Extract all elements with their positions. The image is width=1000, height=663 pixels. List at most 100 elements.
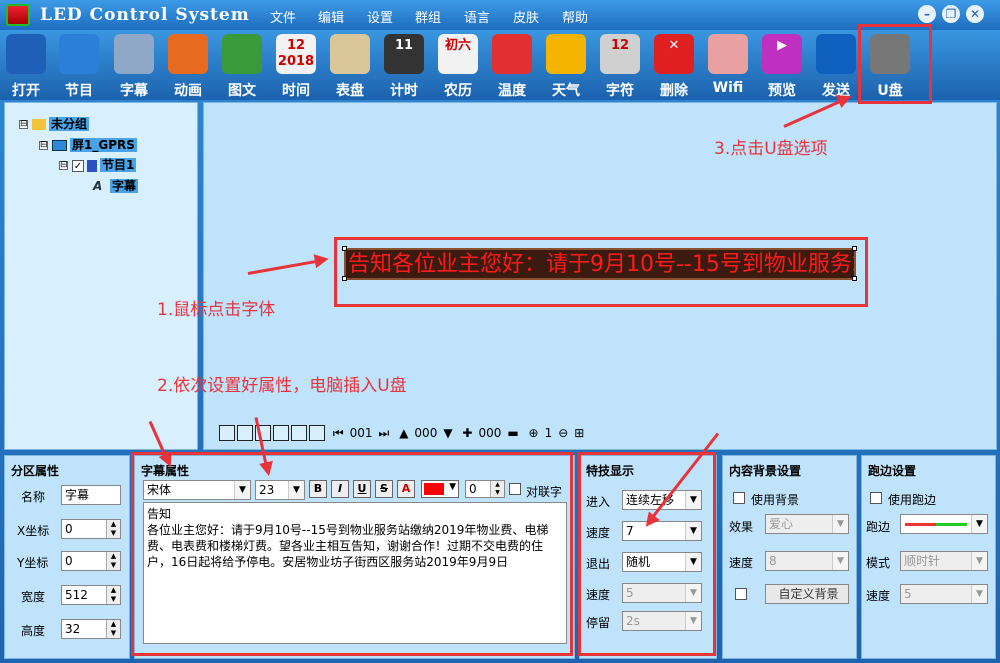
resize-handle[interactable] xyxy=(852,276,857,281)
toolbar-button-3[interactable]: 动画 xyxy=(162,32,214,99)
background-speed-select[interactable]: 8 ▼ xyxy=(765,551,849,571)
spinner-icon[interactable]: ▲ ▼ xyxy=(106,620,120,638)
first-page-icon[interactable]: ⏮ xyxy=(333,426,344,441)
effects-title: 特技显示 xyxy=(586,464,635,478)
toolbar-button-13[interactable]: Wifi xyxy=(702,32,754,98)
toolbar-button-2[interactable]: 字幕 xyxy=(108,32,160,99)
subtitle-text-area[interactable]: 告知 各位业主您好：请于9月10号--15号到物业服务站缴纳2019年物业费、电… xyxy=(143,502,567,644)
plus-icon[interactable]: ✚ xyxy=(462,426,472,440)
toolbar-button-11[interactable]: 12 字符 xyxy=(594,32,646,99)
resize-handle[interactable] xyxy=(342,276,347,281)
exit-speed-select[interactable]: 5 ▼ xyxy=(622,583,702,603)
fit-icon[interactable]: ⊞ xyxy=(574,426,584,440)
stay-select[interactable]: 2s ▼ xyxy=(622,611,702,631)
y-field[interactable]: 0 ▲ ▼ xyxy=(61,551,121,571)
app-window: LED Control System 文件 编辑 设置 群组 语言 皮肤 帮助 … xyxy=(0,0,1000,663)
align-icon[interactable] xyxy=(237,425,253,441)
menu-language[interactable]: 语言 xyxy=(464,7,490,26)
align-icon[interactable] xyxy=(219,425,235,441)
spinner-icon[interactable]: ▲ ▼ xyxy=(106,520,120,538)
resize-handle[interactable] xyxy=(852,246,857,251)
align-icon[interactable] xyxy=(309,425,325,441)
toolbar-button-1[interactable]: 节目 xyxy=(53,32,105,99)
tree-node-program[interactable]: ⊟ ✓ 节目1 xyxy=(59,156,137,174)
zoom-in-icon[interactable]: ⊕ xyxy=(529,426,539,440)
tree-screen-label: 屏1_GPRS xyxy=(70,138,137,152)
toolbar-button-14[interactable]: ▶ 预览 xyxy=(756,32,808,99)
exit-label: 退出 xyxy=(586,557,611,571)
enter-label: 进入 xyxy=(586,495,611,509)
effects-panel: 特技显示 进入 连续左移 ▼ 速度 7 ▼ 退出 随机 ▼ 速度 5 ▼ 停留 2s ▼ xyxy=(579,455,717,659)
up-icon[interactable]: ▲ xyxy=(399,426,408,440)
spinner-icon[interactable]: ▲ ▼ xyxy=(106,552,120,570)
x-field[interactable]: 0 ▲ ▼ xyxy=(61,519,121,539)
spinner-icon[interactable]: ▲ ▼ xyxy=(490,481,504,497)
exit-effect-select[interactable]: 随机 ▼ xyxy=(622,552,702,572)
align-icon[interactable] xyxy=(273,425,289,441)
toolbar-label: 删除 xyxy=(660,83,688,99)
toolbar-button-15[interactable]: 发送 xyxy=(810,32,862,99)
border-style-select[interactable]: ▼ xyxy=(900,514,988,534)
text-color-icon[interactable]: A xyxy=(397,480,415,498)
spinner-icon[interactable]: ▲ ▼ xyxy=(106,586,120,604)
toolbar-button-5[interactable]: 12 2018 时间 xyxy=(270,32,322,99)
color-picker[interactable]: ▼ xyxy=(421,480,459,498)
toolbar-button-4[interactable]: 图文 xyxy=(216,32,268,99)
custom-background-checkbox[interactable] xyxy=(735,588,747,600)
border-speed-select[interactable]: 5 ▼ xyxy=(900,584,988,604)
menu-file[interactable]: 文件 xyxy=(270,7,296,26)
led-screen-text[interactable]: 告知各位业主您好：请于9月10号--15号到物业服务站缴纳2019年物业费 xyxy=(344,248,856,280)
underline-button[interactable]: U xyxy=(353,480,371,498)
tree-node-subtitle[interactable]: A 字幕 xyxy=(93,177,139,195)
chevron-down-icon: ▼ xyxy=(234,481,250,499)
minimize-icon[interactable]: – xyxy=(918,5,936,23)
tree-group-label: 未分组 xyxy=(49,117,90,131)
toolbar-button-8[interactable]: 初六 农历 xyxy=(432,32,484,99)
menu-settings[interactable]: 设置 xyxy=(367,7,393,26)
couplet-checkbox[interactable] xyxy=(509,483,521,495)
toolbar-button-9[interactable]: 温度 xyxy=(486,32,538,99)
collapse-icon[interactable]: ⊟ xyxy=(59,161,68,170)
use-border-checkbox[interactable] xyxy=(870,492,882,504)
background-effect-select[interactable]: 爱心 ▼ xyxy=(765,514,849,534)
tree-node-screen[interactable]: ⊟ 屏1_GPRS xyxy=(39,136,137,154)
toolbar-button-12[interactable]: ✕ 删除 xyxy=(648,32,700,99)
collapse-icon[interactable]: ⊟ xyxy=(19,120,28,129)
width-field[interactable]: 512 ▲ ▼ xyxy=(61,585,121,605)
char-spacing-field[interactable]: 0 ▲ ▼ xyxy=(465,480,505,498)
menu-edit[interactable]: 编辑 xyxy=(318,7,344,26)
align-icon[interactable] xyxy=(291,425,307,441)
restore-icon[interactable]: ❐ xyxy=(942,5,960,23)
border-mode-select[interactable]: 顺时针 ▼ xyxy=(900,551,988,571)
toolbar-button-16[interactable]: U盘 xyxy=(864,32,916,99)
zoom-out-icon[interactable]: ⊖ xyxy=(558,426,568,440)
toolbar-button-0[interactable]: 打开 xyxy=(0,32,52,99)
toolbar-button-7[interactable]: 11 计时 xyxy=(378,32,430,99)
custom-background-button[interactable]: 自定义背景 xyxy=(765,584,849,604)
menu-group[interactable]: 群组 xyxy=(415,7,441,26)
tree-node-group[interactable]: ⊟ 未分组 xyxy=(19,115,90,133)
collapse-icon[interactable]: ⊟ xyxy=(39,141,48,150)
enter-speed-select[interactable]: 7 ▼ xyxy=(622,521,702,541)
use-background-checkbox[interactable] xyxy=(733,492,745,504)
font-family-select[interactable]: 宋体 ▼ xyxy=(143,480,251,500)
height-field[interactable]: 32 ▲ ▼ xyxy=(61,619,121,639)
bg-speed-label: 速度 xyxy=(729,556,754,570)
toolbar-button-6[interactable]: 表盘 xyxy=(324,32,376,99)
menu-help[interactable]: 帮助 xyxy=(562,7,588,26)
program-checkbox[interactable]: ✓ xyxy=(72,159,84,172)
toolbar-label: 计时 xyxy=(390,83,418,99)
font-size-select[interactable]: 23 ▼ xyxy=(255,480,305,500)
animation-icon xyxy=(168,34,208,74)
menu-skin[interactable]: 皮肤 xyxy=(513,7,539,26)
down-icon[interactable]: ▼ xyxy=(443,426,452,440)
strikethrough-button[interactable]: S xyxy=(375,480,393,498)
name-field[interactable]: 字幕 xyxy=(61,485,121,505)
toolbar-button-10[interactable]: 天气 xyxy=(540,32,592,99)
bold-button[interactable]: B xyxy=(309,480,327,498)
resize-handle[interactable] xyxy=(342,246,347,251)
close-icon[interactable]: ✕ xyxy=(966,5,984,23)
minus-icon[interactable]: ▬ xyxy=(507,426,518,440)
next-page-icon[interactable]: ⏭ xyxy=(379,426,390,441)
italic-button[interactable]: I xyxy=(331,480,349,498)
